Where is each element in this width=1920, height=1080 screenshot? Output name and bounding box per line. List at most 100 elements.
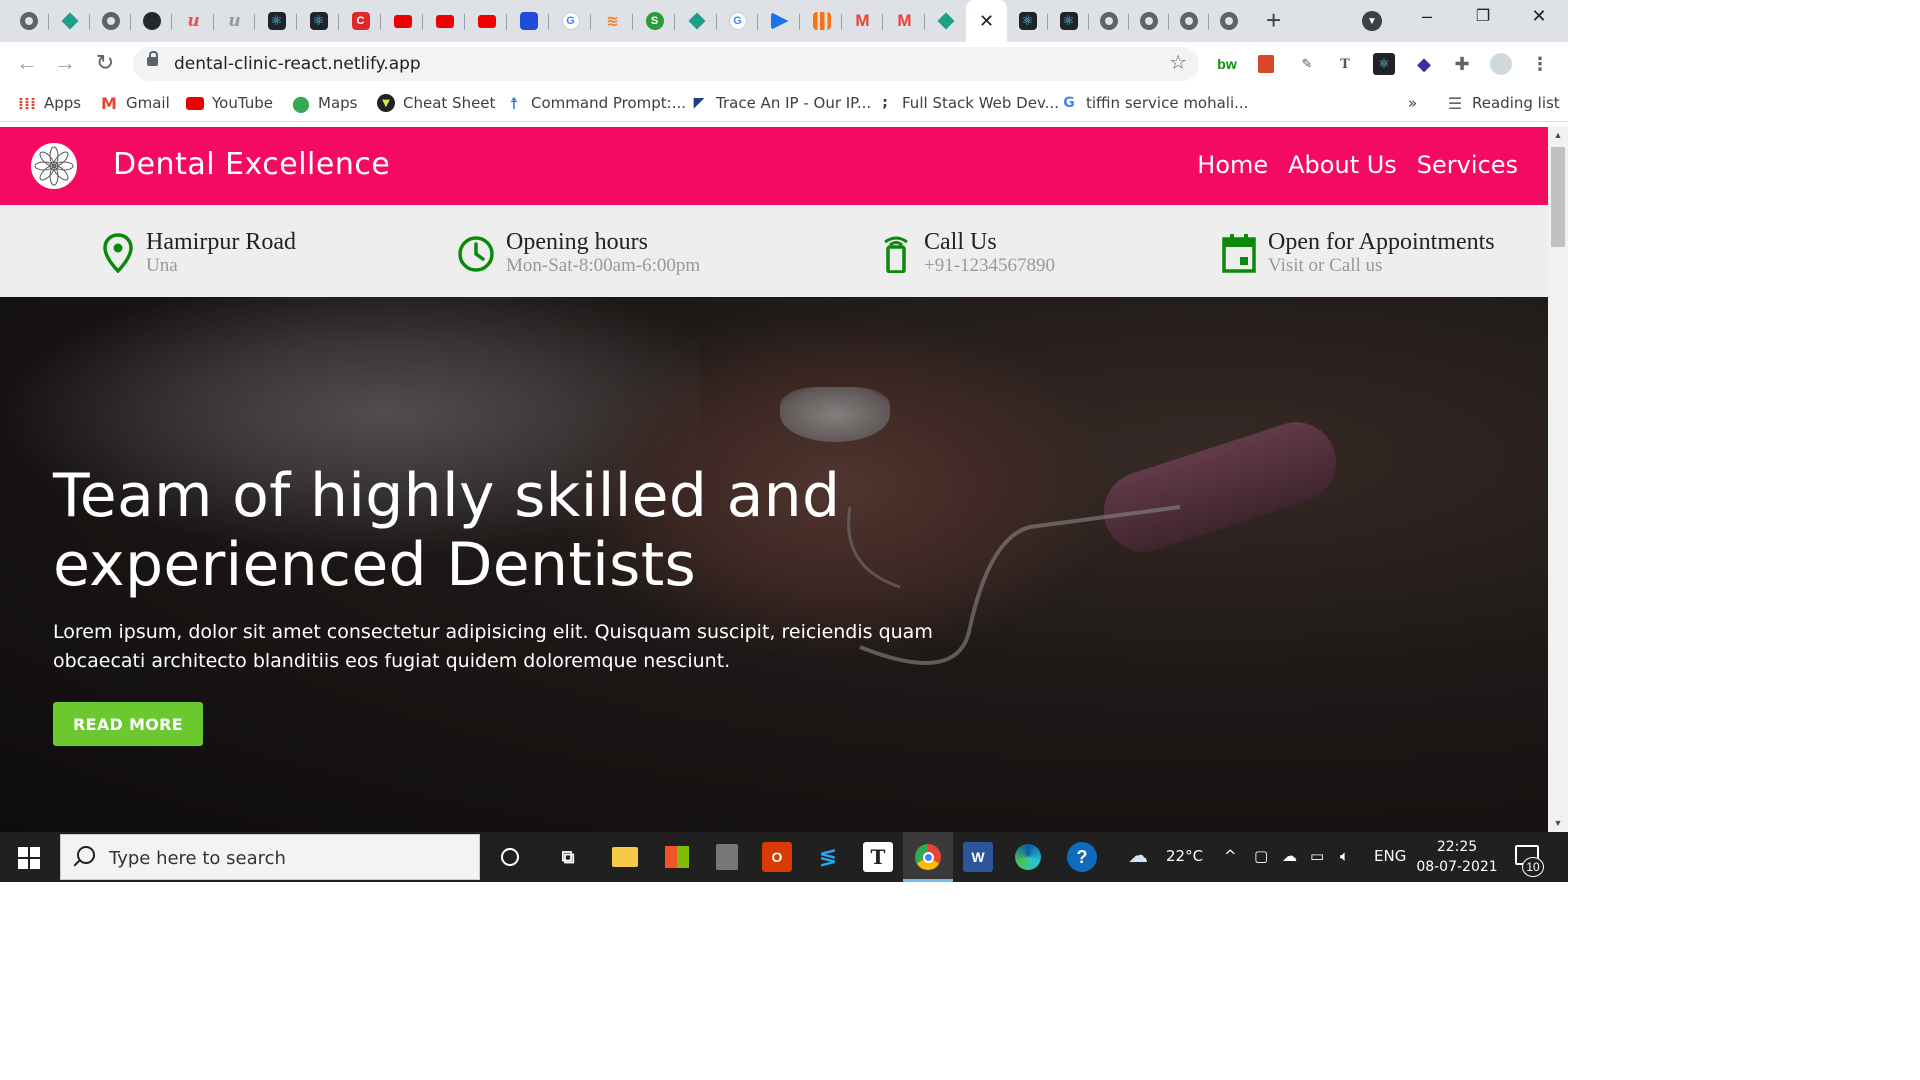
bookmarks-overflow-button[interactable]: »: [1408, 94, 1417, 112]
browser-tab[interactable]: u: [173, 6, 214, 36]
browser-tab[interactable]: C: [340, 6, 381, 36]
browser-tab[interactable]: M: [884, 6, 925, 36]
reading-list-button[interactable]: ☰ Reading list: [1446, 94, 1560, 113]
help-icon[interactable]: ?: [1067, 842, 1097, 872]
reload-button[interactable]: ↻: [90, 50, 120, 76]
nav-home[interactable]: Home: [1197, 151, 1268, 179]
taskbar-search-input[interactable]: Type here to search: [60, 834, 480, 880]
typora-icon[interactable]: T: [863, 842, 893, 872]
minimize-button[interactable]: –: [1412, 6, 1442, 27]
volume-icon[interactable]: 🔈︎: [1340, 847, 1349, 865]
nav-services[interactable]: Services: [1417, 151, 1518, 179]
address-bar[interactable]: dental-clinic-react.netlify.app ☆: [133, 47, 1199, 81]
browser-tab[interactable]: [1208, 6, 1249, 36]
book-extension-icon[interactable]: [1255, 53, 1277, 75]
nav-about-us[interactable]: About Us: [1288, 151, 1397, 179]
browser-tab[interactable]: ⚛: [1007, 6, 1048, 36]
browser-tab[interactable]: [801, 6, 842, 36]
onedrive-icon[interactable]: ☁: [1282, 847, 1297, 865]
meet-icon[interactable]: ▢: [1254, 847, 1268, 865]
store-icon[interactable]: [662, 842, 692, 872]
browser-tab[interactable]: [1168, 6, 1209, 36]
language-indicator[interactable]: ENG: [1374, 847, 1406, 865]
browser-tab[interactable]: [466, 6, 507, 36]
pen-extension-icon[interactable]: ✎: [1296, 53, 1318, 75]
browser-tab[interactable]: u: [214, 6, 255, 36]
browser-tab[interactable]: G: [717, 6, 758, 36]
globe-icon: [1099, 12, 1118, 30]
browser-tab[interactable]: ⚛: [298, 6, 339, 36]
weather-temp[interactable]: 22°C: [1166, 847, 1203, 865]
scroll-up-arrow-icon[interactable]: ▲: [1548, 127, 1568, 144]
browser-tab-active[interactable]: ✕: [966, 0, 1007, 42]
cortana-icon[interactable]: [495, 842, 525, 872]
tray-chevron-icon[interactable]: ^: [1224, 847, 1237, 865]
youtube-icon: [394, 12, 412, 30]
browser-tab[interactable]: M: [842, 6, 883, 36]
bookmark-command-prompt[interactable]: ☨ Command Prompt:...: [505, 94, 686, 113]
window-close-button[interactable]: ✕: [1524, 6, 1554, 27]
browser-tab[interactable]: [424, 6, 465, 36]
browser-tab[interactable]: [1088, 6, 1129, 36]
bookmark-maps[interactable]: ⬤ Maps: [292, 94, 357, 113]
word-icon[interactable]: W: [963, 842, 993, 872]
windows-start-icon[interactable]: [18, 847, 40, 869]
bookmark-full-stack[interactable]: ; Full Stack Web Dev...: [876, 94, 1059, 112]
browser-tab[interactable]: ⚛: [1048, 6, 1089, 36]
url-text[interactable]: dental-clinic-react.netlify.app: [174, 54, 421, 74]
bookmark-cheat-sheet[interactable]: ▼ Cheat Sheet: [377, 94, 495, 112]
tab-search-icon[interactable]: ▼: [1362, 11, 1382, 31]
browser-tab[interactable]: ≋: [592, 6, 633, 36]
browser-tab[interactable]: [676, 6, 717, 36]
info-title: Hamirpur Road: [146, 229, 296, 255]
browser-tab[interactable]: G: [550, 6, 591, 36]
bookmark-gmail[interactable]: M Gmail: [100, 94, 170, 113]
taskbar-clock[interactable]: 22:25 08-07-2021: [1412, 837, 1502, 877]
main-nav: Home About Us Services: [1197, 151, 1518, 179]
chrome-icon[interactable]: [913, 842, 943, 872]
read-more-button[interactable]: READ MORE: [53, 702, 203, 746]
brand-name[interactable]: Dental Excellence: [113, 147, 390, 182]
browser-tab[interactable]: [49, 6, 90, 36]
logo[interactable]: [29, 141, 79, 191]
task-view-icon[interactable]: ⧉: [553, 842, 583, 872]
browser-tab[interactable]: [131, 6, 172, 36]
avatar[interactable]: [1490, 53, 1512, 75]
page-scrollbar[interactable]: ▲ ▼: [1548, 127, 1568, 832]
restore-button[interactable]: ❐: [1468, 6, 1498, 26]
scroll-thumb[interactable]: [1551, 147, 1565, 247]
google-icon: G: [561, 12, 580, 30]
battery-icon[interactable]: ▭: [1310, 847, 1324, 865]
back-button[interactable]: ←: [12, 50, 42, 76]
browser-tab[interactable]: S: [634, 6, 675, 36]
browser-tab[interactable]: [90, 6, 131, 36]
forward-button[interactable]: →: [50, 50, 80, 76]
browser-tab[interactable]: [1128, 6, 1169, 36]
extension-badge-icon[interactable]: ◆: [1413, 53, 1435, 75]
bookmark-tiffin[interactable]: G tiffin service mohali...: [1060, 94, 1248, 112]
weather-cloud-icon[interactable]: ☁: [1128, 843, 1148, 867]
bookmark-apps[interactable]: ⁞⁞⁞ Apps: [18, 94, 81, 113]
react-devtools-icon[interactable]: ⚛: [1373, 53, 1395, 75]
bookmark-star-icon[interactable]: ☆: [1169, 50, 1187, 75]
file-explorer-icon[interactable]: [610, 842, 640, 872]
browser-tab[interactable]: [8, 6, 49, 36]
browser-tab[interactable]: [508, 6, 549, 36]
close-icon[interactable]: ✕: [979, 11, 994, 32]
bookmark-trace-ip[interactable]: ◤ Trace An IP - Our IP...: [690, 94, 872, 112]
vscode-icon[interactable]: ≶: [813, 842, 843, 872]
office-icon[interactable]: O: [762, 842, 792, 872]
browser-tab[interactable]: [759, 6, 800, 36]
bw-extension-icon[interactable]: bw: [1216, 53, 1238, 75]
menu-icon[interactable]: ⋮: [1529, 53, 1551, 75]
extensions-puzzle-icon[interactable]: ✚: [1451, 53, 1473, 75]
browser-tab[interactable]: ⚛: [256, 6, 297, 36]
edge-icon[interactable]: [1013, 842, 1043, 872]
new-tab-button[interactable]: +: [1266, 6, 1281, 34]
calculator-icon[interactable]: [712, 842, 742, 872]
browser-tab[interactable]: [382, 6, 423, 36]
browser-tab[interactable]: [925, 6, 966, 36]
text-extension-icon[interactable]: T: [1334, 53, 1356, 75]
bookmark-youtube[interactable]: YouTube: [186, 94, 273, 112]
scroll-down-arrow-icon[interactable]: ▼: [1548, 815, 1568, 832]
